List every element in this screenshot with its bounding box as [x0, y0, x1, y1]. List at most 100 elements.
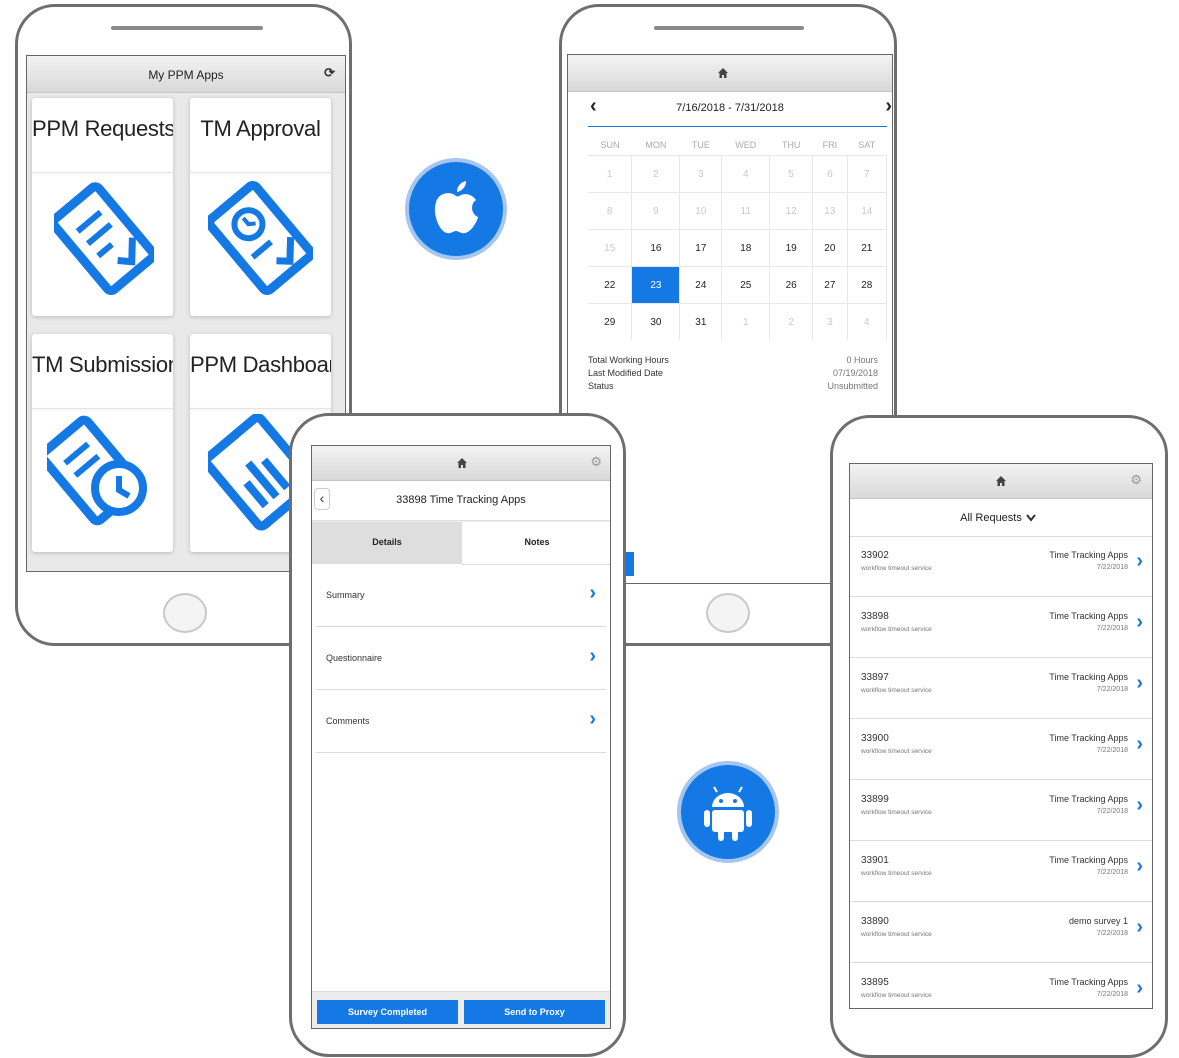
next-range-icon[interactable]: › [885, 95, 892, 118]
calendar-day: 3 [679, 155, 723, 193]
survey-completed-button[interactable]: Survey Completed [317, 1000, 458, 1024]
request-row[interactable]: 33899 workflow timeout service Time Tracki… [850, 780, 1152, 841]
list-item-label: Summary [326, 590, 365, 600]
home-icon[interactable] [457, 458, 467, 468]
request-row[interactable]: 33900 workflow timeout service Time Tracki… [850, 719, 1152, 780]
weekday-header: SUN [600, 140, 620, 150]
gear-icon[interactable]: ⚙ [590, 454, 602, 470]
header-bar: ⚙ [850, 464, 1152, 499]
request-name: Time Tracking Apps [1049, 794, 1128, 804]
calendar-day[interactable]: 19 [769, 229, 814, 267]
chevron-right-icon: › [1136, 550, 1143, 572]
gear-icon[interactable]: ⚙ [1130, 472, 1142, 488]
calendar-day: 6 [812, 155, 848, 193]
request-subtitle: workflow timeout service [861, 809, 932, 816]
request-subtitle: workflow timeout service [861, 687, 932, 694]
info-row: Status Unsubmitted [588, 381, 878, 391]
requests-icon [54, 182, 154, 295]
calendar-day[interactable]: 30 [631, 303, 681, 340]
request-subtitle: workflow timeout service [861, 626, 932, 633]
chevron-right-icon: › [1136, 916, 1143, 938]
info-value: 07/19/2018 [832, 368, 878, 378]
chevron-right-icon: › [1136, 611, 1143, 633]
calendar-day[interactable]: 24 [679, 266, 723, 304]
chevron-right-icon: › [1136, 977, 1143, 999]
filter-dropdown[interactable]: All Requests [850, 498, 1152, 537]
calendar-day: 5 [769, 155, 814, 193]
request-date: 7/22/2018 [1096, 564, 1128, 571]
speaker [654, 26, 804, 30]
home-icon[interactable] [996, 476, 1006, 486]
calendar-day[interactable]: 22 [588, 266, 633, 304]
calendar-day: 15 [588, 229, 633, 267]
request-id: 33895 [861, 977, 889, 988]
chevron-right-icon: › [1136, 672, 1143, 694]
calendar-day[interactable]: 25 [721, 266, 771, 304]
phone-request-list: ⚙ All Requests 33902 workflow timeout ser… [830, 415, 1168, 1058]
calendar-day[interactable]: 18 [721, 229, 771, 267]
filter-label: All Requests [960, 512, 1022, 524]
refresh-icon[interactable]: ⟳ [324, 65, 335, 81]
calendar-day[interactable]: 17 [679, 229, 723, 267]
request-name: Time Tracking Apps [1049, 977, 1128, 987]
tile-tm-submission[interactable]: TM Submission [32, 334, 173, 552]
weekday-header: SAT [858, 140, 876, 150]
calendar-day: 3 [812, 303, 848, 340]
home-icon[interactable] [718, 68, 728, 78]
list-item-comments[interactable]: Comments › [316, 690, 606, 753]
tile-tm-approval[interactable]: TM Approval [190, 98, 331, 316]
calendar-day[interactable]: 21 [847, 229, 888, 267]
weekday-header: FRI [822, 140, 838, 150]
chevron-right-icon: › [589, 645, 596, 667]
calendar-day-selected[interactable]: 23 [631, 266, 681, 304]
calendar-day[interactable]: 20 [812, 229, 848, 267]
calendar-day[interactable]: 27 [812, 266, 848, 304]
tab-notes[interactable]: Notes [462, 522, 610, 565]
home-button[interactable] [706, 593, 750, 633]
list-item-summary[interactable]: Summary › [316, 564, 606, 627]
date-nav: ‹ 7/16/2018 - 7/31/2018 › [568, 91, 892, 127]
request-row[interactable]: 33898 workflow timeout service Time Tracki… [850, 597, 1152, 658]
calendar-day[interactable]: 26 [769, 266, 814, 304]
calendar-day[interactable]: 16 [631, 229, 681, 267]
calendar-day: 4 [847, 303, 888, 340]
android-logo-icon [677, 761, 779, 863]
request-date: 7/22/2018 [1096, 625, 1128, 632]
header-bar [568, 55, 892, 92]
request-id: 33899 [861, 794, 889, 805]
request-subtitle: workflow timeout service [861, 992, 932, 999]
request-id: 33902 [861, 550, 889, 561]
send-to-proxy-button[interactable]: Send to Proxy [464, 1000, 605, 1024]
range-underline [588, 126, 887, 127]
calendar-day: 8 [588, 192, 633, 230]
tile-ppm-requests[interactable]: PPM Requests [32, 98, 173, 316]
calendar-day: 10 [679, 192, 723, 230]
request-row[interactable]: 33895 workflow timeout service Time Tracki… [850, 963, 1152, 1008]
calendar-day[interactable]: 29 [588, 303, 633, 340]
home-button[interactable] [163, 593, 207, 633]
weekday-header: MON [645, 140, 667, 150]
tile-label: PPM Dashboard [190, 352, 331, 377]
request-row[interactable]: 33902 workflow timeout service Time Tracki… [850, 536, 1152, 597]
request-row[interactable]: 33901 workflow timeout service Time Tracki… [850, 841, 1152, 902]
chevron-right-icon: › [589, 582, 596, 604]
info-label: Last Modified Date [588, 368, 664, 378]
request-id: 33898 [861, 611, 889, 622]
calendar-day: 7 [847, 155, 888, 193]
list-item-questionnaire[interactable]: Questionnaire › [316, 627, 606, 690]
calendar-day[interactable]: 31 [679, 303, 723, 340]
request-date: 7/22/2018 [1096, 747, 1128, 754]
calendar-day: 4 [721, 155, 771, 193]
info-value: Unsubmitted [827, 381, 878, 391]
calendar-day[interactable]: 28 [847, 266, 888, 304]
chevron-right-icon: › [589, 708, 596, 730]
calendar-day: 13 [812, 192, 848, 230]
request-subtitle: workflow timeout service [861, 870, 932, 877]
request-row[interactable]: 33890 workflow timeout service demo survey… [850, 902, 1152, 963]
tab-details[interactable]: Details [312, 522, 462, 564]
calendar-day: 2 [631, 155, 681, 193]
request-row[interactable]: 33897 workflow timeout service Time Tracki… [850, 658, 1152, 719]
list-item-label: Comments [326, 716, 370, 726]
request-id: 33901 [861, 855, 889, 866]
weekday-header: WED [735, 140, 757, 150]
